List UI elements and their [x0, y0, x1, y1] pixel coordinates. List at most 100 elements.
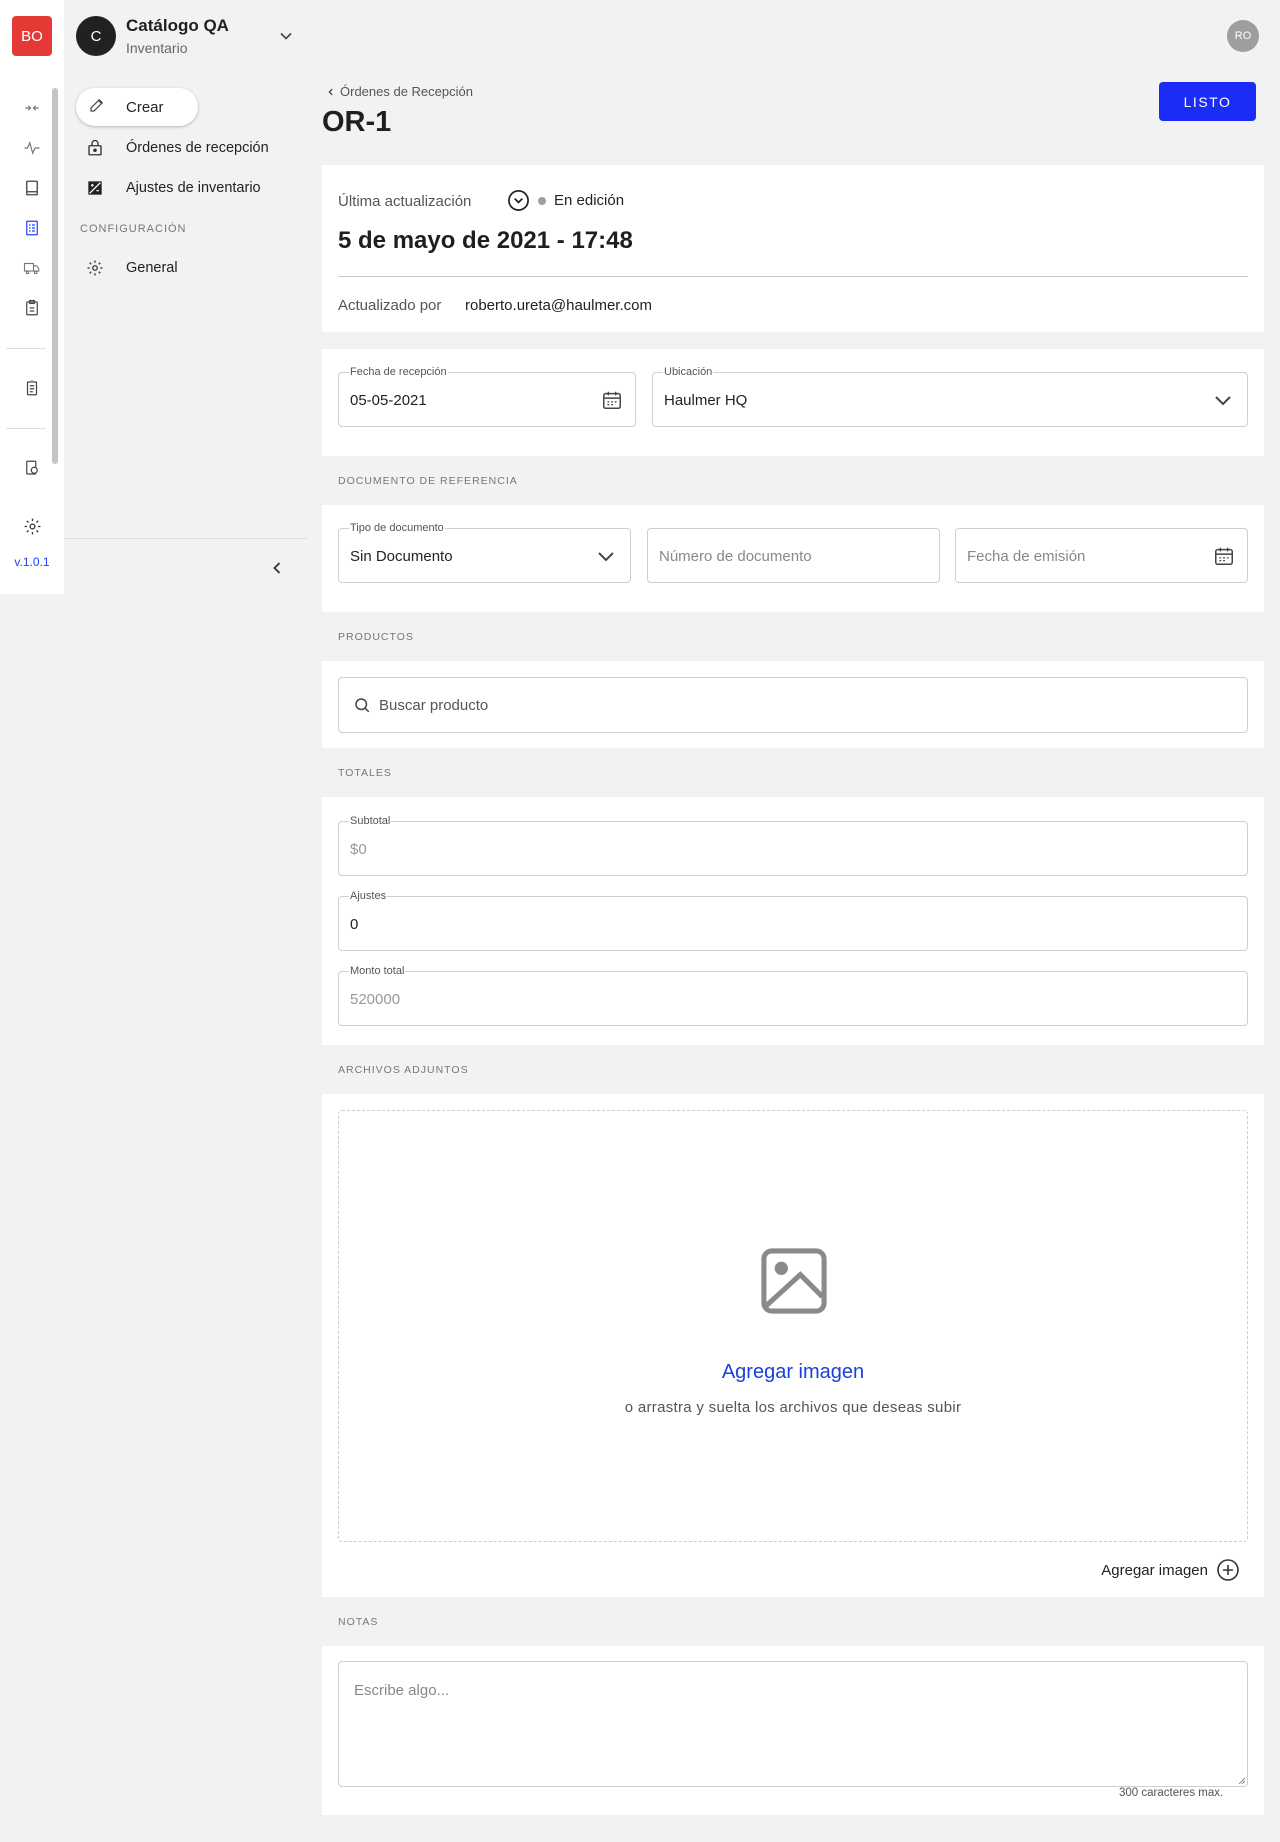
edit-icon	[88, 96, 106, 118]
notes-char-limit: 300 caracteres max.	[1119, 1787, 1224, 1799]
status-text: En edición	[554, 192, 625, 209]
product-search-input[interactable]: Buscar producto	[338, 677, 1248, 733]
plus-circle-icon	[1217, 1559, 1239, 1581]
breadcrumb[interactable]: Órdenes de Recepción	[326, 84, 473, 99]
document-number-input[interactable]: Número de documento	[647, 528, 940, 583]
gear-icon	[84, 257, 106, 279]
field-value: 05-05-2021	[350, 392, 427, 409]
receipt-icon[interactable]	[20, 376, 44, 400]
notes-textarea[interactable]: Escribe algo...	[338, 1661, 1248, 1787]
input-placeholder: Número de documento	[659, 548, 812, 565]
user-avatar[interactable]: RO	[1227, 20, 1259, 52]
sidebar-item-reception-orders[interactable]: Órdenes de recepción	[76, 133, 269, 163]
app-version: v.1.0.1	[14, 555, 50, 569]
input-placeholder: Buscar producto	[379, 697, 489, 714]
sidebar-item-label: Ajustes de inventario	[126, 180, 261, 196]
breadcrumb-label: Órdenes de Recepción	[340, 84, 473, 99]
notes-section-heading: NOTAS	[338, 1616, 379, 1628]
calendar-icon[interactable]	[601, 389, 623, 416]
attachments-section-heading: ARCHIVOS ADJUNTOS	[338, 1064, 469, 1076]
add-image-label: Agregar imagen	[1101, 1561, 1208, 1579]
issue-date-field[interactable]: Fecha de emisión	[955, 528, 1248, 583]
chevron-down-icon	[594, 544, 618, 573]
reference-section-heading: DOCUMENTO DE REFERENCIA	[338, 475, 518, 487]
status-selector[interactable]: En edición	[507, 189, 624, 212]
create-button[interactable]: Crear	[76, 88, 198, 126]
last-updated-label: Última actualización	[338, 193, 472, 210]
update-info-card: Última actualización En edición 5 de may…	[322, 165, 1264, 332]
chevron-down-icon[interactable]	[276, 26, 296, 46]
image-icon	[756, 1243, 832, 1319]
rail-scrollbar[interactable]	[52, 88, 58, 464]
updated-by-label: Actualizado por	[338, 297, 442, 314]
compare-arrows-icon[interactable]	[20, 96, 44, 120]
totals-card: Subtotal $0 Ajustes 0 Monto total 520000	[322, 797, 1264, 1045]
sidebar-item-label: General	[126, 260, 178, 276]
resize-handle-icon[interactable]	[1237, 1776, 1245, 1784]
input-placeholder: Fecha de emisión	[967, 548, 1086, 565]
reception-card: Fecha de recepción 05-05-2021 Ubicación …	[322, 349, 1264, 456]
collapse-sidebar-icon[interactable]	[267, 558, 287, 578]
products-section-heading: PRODUCTOS	[338, 631, 414, 643]
field-value: Sin Documento	[350, 548, 453, 565]
sidebar-item-label: Órdenes de recepción	[126, 140, 269, 156]
document-list-icon[interactable]	[20, 216, 44, 240]
brand-title[interactable]: Catálogo QA	[126, 16, 229, 36]
status-dot	[538, 196, 546, 205]
sidebar-item-inventory-adjustments[interactable]: Ajustes de inventario	[76, 173, 261, 203]
sidebar-item-general[interactable]: General	[76, 253, 178, 283]
field-value: 0	[350, 916, 359, 933]
truck-icon[interactable]	[20, 256, 44, 280]
coin-document-icon[interactable]	[20, 456, 44, 480]
activity-icon[interactable]	[20, 136, 44, 160]
divider	[338, 276, 1248, 277]
book-icon[interactable]	[20, 176, 44, 200]
chevron-down-icon	[1211, 388, 1235, 417]
add-image-link[interactable]: Agregar imagen	[339, 1361, 1247, 1384]
dropzone-hint: o arrastra y suelta los archivos que des…	[624, 1399, 962, 1416]
file-dropzone[interactable]: Agregar imagen o arrastra y suelta los a…	[338, 1110, 1248, 1542]
brand-subtitle: Inventario	[126, 40, 188, 56]
rail-divider	[6, 428, 46, 429]
sidebar: C Catálogo QA Inventario Crear Órdenes d…	[64, 0, 307, 594]
last-updated-date: 5 de mayo de 2021 - 17:48	[338, 227, 633, 254]
field-label: Ajustes	[349, 890, 388, 902]
config-section-label: CONFIGURACIÓN	[80, 223, 187, 235]
reference-card: Tipo de documento Sin Documento Número d…	[322, 505, 1264, 612]
brand-avatar[interactable]: C	[76, 16, 116, 56]
field-value: $0	[350, 841, 367, 858]
adjust-icon	[84, 177, 106, 199]
calendar-icon[interactable]	[1213, 545, 1235, 572]
settings-icon[interactable]	[20, 514, 44, 538]
chevron-left-icon	[328, 88, 333, 95]
field-label: Fecha de recepción	[349, 366, 448, 378]
lock-box-icon	[84, 137, 106, 159]
products-card: Buscar producto	[322, 661, 1264, 748]
subtotal-field: Subtotal $0	[338, 815, 1248, 876]
textarea-placeholder: Escribe algo...	[354, 1682, 450, 1699]
field-label: Monto total	[349, 965, 406, 977]
totals-section-heading: TOTALES	[338, 767, 392, 779]
app-logo[interactable]: BO	[12, 16, 52, 56]
adjustments-input[interactable]: Ajustes 0	[338, 890, 1248, 951]
field-value: Haulmer HQ	[664, 392, 748, 409]
location-select[interactable]: Ubicación Haulmer HQ	[652, 366, 1248, 427]
page-title: OR-1	[322, 106, 392, 138]
field-label: Tipo de documento	[349, 522, 445, 534]
field-label: Ubicación	[663, 366, 714, 378]
document-type-select[interactable]: Tipo de documento Sin Documento	[338, 522, 631, 583]
total-amount-field: Monto total 520000	[338, 965, 1248, 1026]
create-button-label: Crear	[126, 98, 164, 116]
add-image-button[interactable]: Agregar imagen	[1101, 1558, 1240, 1582]
field-label: Subtotal	[349, 815, 392, 827]
chevron-circle-down-icon	[508, 190, 529, 211]
done-button[interactable]: LISTO	[1159, 82, 1256, 121]
rail-divider	[6, 348, 46, 349]
clipboard-icon[interactable]	[20, 296, 44, 320]
updated-by-value: roberto.ureta@haulmer.com	[465, 297, 652, 314]
field-value: 520000	[350, 991, 401, 1008]
reception-date-field[interactable]: Fecha de recepción 05-05-2021	[338, 366, 636, 427]
search-icon	[353, 696, 371, 719]
attachments-card: Agregar imagen o arrastra y suelta los a…	[322, 1094, 1264, 1597]
sidebar-divider	[64, 538, 307, 539]
